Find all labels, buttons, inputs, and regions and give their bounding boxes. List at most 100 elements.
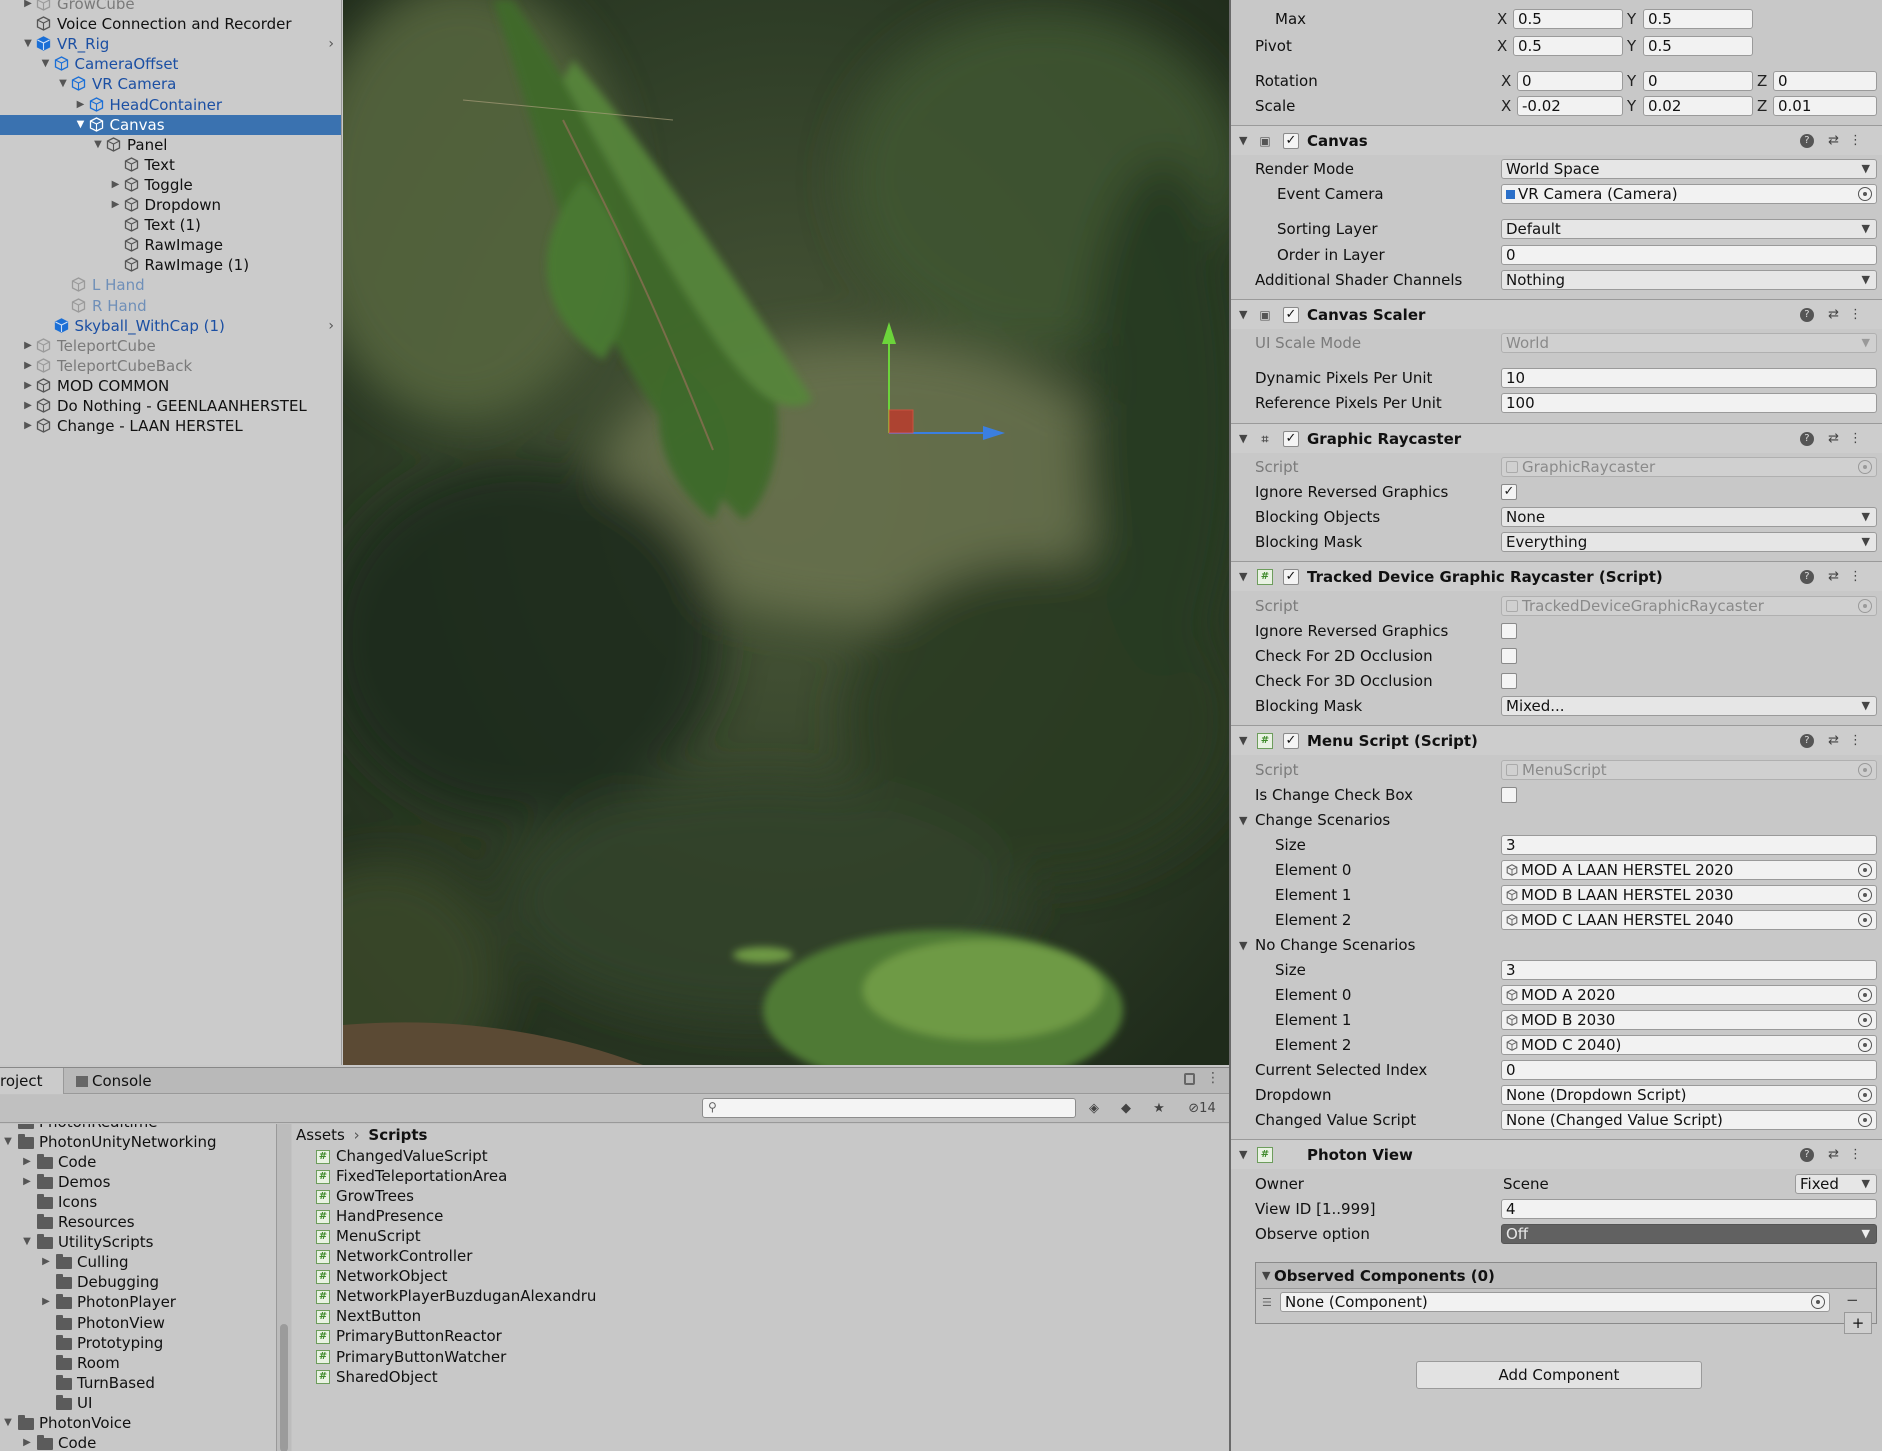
object-picker-icon[interactable] — [1858, 1013, 1872, 1027]
component-menu-icon[interactable]: ⋮ — [1849, 569, 1872, 584]
nochange-size-field[interactable]: 3 — [1501, 960, 1877, 980]
drag-handle-icon[interactable]: ☰ — [1262, 1296, 1272, 1309]
expanded-arrow-icon[interactable]: ▼ — [2, 1413, 14, 1433]
hierarchy-item[interactable]: ▶ Toggle — [0, 175, 341, 195]
collapse-arrow-icon[interactable]: ▼ — [1239, 126, 1247, 156]
collapsed-arrow-icon[interactable]: ▶ — [22, 396, 34, 416]
preset-icon[interactable]: ⇄ — [1828, 307, 1849, 322]
project-folder-item[interactable]: PhotonRealtime — [0, 1124, 276, 1132]
hierarchy-item[interactable]: RawImage — [0, 235, 341, 255]
hierarchy-item[interactable]: ▼ Canvas — [0, 114, 341, 135]
prefab-open-chevron-icon[interactable]: › — [328, 316, 334, 336]
collapsed-arrow-icon[interactable]: ▶ — [40, 1252, 52, 1272]
project-folder-item[interactable]: ▼ UtilityScripts — [0, 1232, 276, 1252]
lock-icon[interactable] — [1184, 1073, 1195, 1085]
hierarchy-item[interactable]: ▶ GrowCube — [0, 0, 341, 14]
menu-script-enabled-checkbox[interactable]: ✓ — [1283, 733, 1299, 749]
project-folder-item[interactable]: UI — [0, 1393, 276, 1413]
favorites-star-icon[interactable]: ★ — [1145, 1098, 1173, 1120]
rotation-x-field[interactable]: 0 — [1517, 71, 1623, 91]
collapsed-arrow-icon[interactable]: ▶ — [22, 376, 34, 396]
script-file-item[interactable]: # PrimaryButtonWatcher — [316, 1347, 506, 1367]
script-file-item[interactable]: # NextButton — [316, 1306, 421, 1326]
script-file-item[interactable]: # ChangedValueScript — [316, 1146, 488, 1166]
object-picker-icon[interactable] — [1858, 1088, 1872, 1102]
hierarchy-item[interactable]: ▶ Do Nothing - GEENLAANHERSTEL — [0, 396, 341, 416]
hierarchy-item[interactable]: ▶ Dropdown — [0, 195, 341, 215]
expanded-arrow-icon[interactable]: ▼ — [40, 54, 52, 74]
hierarchy-item[interactable]: Skyball_WithCap (1) › — [0, 316, 341, 336]
script-file-item[interactable]: # PrimaryButtonReactor — [316, 1326, 502, 1346]
prefab-open-chevron-icon[interactable]: › — [328, 34, 334, 54]
collapse-arrow-icon[interactable]: ▼ — [1239, 726, 1247, 756]
hierarchy-item[interactable]: Text (1) — [0, 215, 341, 235]
add-item-button[interactable]: + — [1844, 1312, 1872, 1334]
check-2d-checkbox[interactable] — [1501, 648, 1517, 664]
no-change-scenarios-foldout[interactable]: ▼ No Change Scenarios — [1231, 933, 1882, 958]
scene-render[interactable] — [343, 0, 1229, 1065]
project-folder-item[interactable]: Resources — [0, 1212, 276, 1232]
preset-icon[interactable]: ⇄ — [1828, 569, 1849, 584]
dropdown-ref-field[interactable]: None (Dropdown Script) — [1501, 1085, 1877, 1105]
menu-script-header[interactable]: ▼ # ✓ Menu Script (Script) ? ⇄⋮ — [1231, 725, 1882, 755]
project-search-input[interactable]: ⚲ — [702, 1098, 1076, 1118]
hierarchy-item[interactable]: ▶ TeleportCubeBack — [0, 356, 341, 376]
project-folder-item[interactable]: ▶ Code — [0, 1152, 276, 1172]
collapsed-arrow-icon[interactable]: ▶ — [22, 356, 34, 376]
help-icon[interactable]: ? — [1799, 431, 1814, 446]
filter-by-label-icon[interactable]: ◆ — [1112, 1098, 1140, 1120]
preset-icon[interactable]: ⇄ — [1828, 133, 1849, 148]
view-id-field[interactable]: 4 — [1501, 1199, 1877, 1219]
scale-z-field[interactable]: 0.01 — [1773, 96, 1877, 116]
scene-view[interactable] — [343, 0, 1229, 1065]
blocking-mask-dropdown[interactable]: Everything ▼ — [1501, 532, 1877, 552]
pivot-y-field[interactable]: 0.5 — [1643, 36, 1753, 56]
hierarchy-item[interactable]: ▼ Panel — [0, 135, 341, 155]
preset-icon[interactable]: ⇄ — [1828, 431, 1849, 446]
canvas-component-header[interactable]: ▼ ▣ ✓ Canvas ? ⇄⋮ — [1231, 125, 1882, 155]
rotation-z-field[interactable]: 0 — [1773, 71, 1877, 91]
scenario-object-field[interactable]: MOD C LAAN HERSTEL 2040 — [1501, 910, 1877, 930]
breadcrumb-assets[interactable]: Assets — [296, 1126, 345, 1144]
script-file-item[interactable]: # SharedObject — [316, 1367, 438, 1387]
expanded-arrow-icon[interactable]: ▼ — [92, 135, 104, 155]
observed-components-header[interactable]: ▼ Observed Components (0) — [1256, 1263, 1876, 1289]
object-picker-icon[interactable] — [1858, 187, 1872, 201]
dynamic-pixels-field[interactable]: 10 — [1501, 368, 1877, 388]
graphic-raycaster-header[interactable]: ▼ ⌗ ✓ Graphic Raycaster ? ⇄⋮ — [1231, 423, 1882, 453]
object-picker-icon[interactable] — [1858, 1113, 1872, 1127]
max-y-field[interactable]: 0.5 — [1643, 9, 1753, 29]
shader-channels-dropdown[interactable]: Nothing ▼ — [1501, 270, 1877, 290]
collapsed-arrow-icon[interactable]: ▶ — [110, 195, 122, 215]
script-file-item[interactable]: # NetworkPlayerBuzduganAlexandru — [316, 1286, 596, 1306]
scenario-object-field[interactable]: MOD C 2040) — [1501, 1035, 1877, 1055]
collapsed-arrow-icon[interactable]: ▶ — [40, 1292, 52, 1312]
script-file-item[interactable]: # GrowTrees — [316, 1186, 414, 1206]
help-icon[interactable]: ? — [1799, 133, 1814, 148]
object-picker-icon[interactable] — [1858, 1038, 1872, 1052]
script-file-item[interactable]: # NetworkObject — [316, 1266, 447, 1286]
hierarchy-item[interactable]: ▶ HeadContainer — [0, 95, 341, 115]
help-icon[interactable]: ? — [1799, 1147, 1814, 1162]
project-folder-item[interactable]: PhotonView — [0, 1313, 276, 1333]
rotation-y-field[interactable]: 0 — [1643, 71, 1753, 91]
tracked-raycaster-enabled-checkbox[interactable]: ✓ — [1283, 569, 1299, 585]
script-file-item[interactable]: # MenuScript — [316, 1226, 421, 1246]
owner-mode-dropdown[interactable]: Fixed ▼ — [1795, 1174, 1877, 1194]
remove-item-icon[interactable]: − — [1846, 1291, 1859, 1309]
expanded-arrow-icon[interactable]: ▼ — [57, 74, 69, 94]
collapsed-arrow-icon[interactable]: ▶ — [75, 95, 87, 115]
observed-item-field[interactable]: None (Component) — [1280, 1292, 1830, 1312]
foldout-arrow-icon[interactable]: ▼ — [1262, 1263, 1270, 1289]
preset-icon[interactable]: ⇄ — [1828, 1147, 1849, 1162]
collapsed-arrow-icon[interactable]: ▶ — [21, 1172, 33, 1192]
expanded-arrow-icon[interactable]: ▼ — [75, 115, 87, 135]
event-camera-field[interactable]: VR Camera (Camera) — [1501, 184, 1877, 204]
collapsed-arrow-icon[interactable]: ▶ — [22, 336, 34, 356]
hierarchy-item[interactable]: ▼ CameraOffset — [0, 54, 341, 74]
project-folder-item[interactable]: Debugging — [0, 1272, 276, 1292]
tab-console[interactable]: Console — [72, 1068, 162, 1094]
script-file-item[interactable]: # HandPresence — [316, 1206, 443, 1226]
collapse-arrow-icon[interactable]: ▼ — [1239, 300, 1247, 330]
object-picker-icon[interactable] — [1858, 888, 1872, 902]
